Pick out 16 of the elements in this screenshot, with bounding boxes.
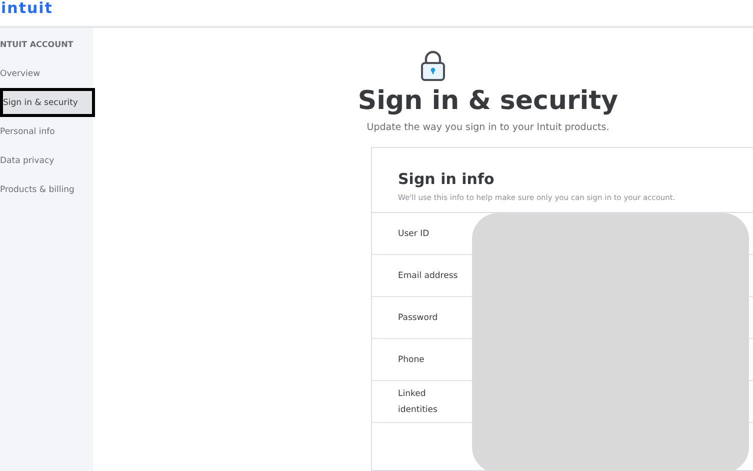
page-subtitle: Update the way you sign in to your Intuit products. — [366, 122, 610, 133]
field-label: Phone — [398, 354, 426, 366]
sidebar-item[interactable]: Personal info — [0, 117, 95, 146]
field-label: User ID — [398, 228, 430, 240]
field-label: Linked identities — [398, 388, 438, 416]
padlock-icon — [420, 50, 446, 82]
sidebar-item[interactable]: Sign in & security — [0, 88, 95, 117]
intuit-logo[interactable]: intuit — [0, 0, 53, 16]
card-title: Sign in info — [398, 170, 496, 188]
sidebar-item[interactable]: Products & billing — [0, 175, 95, 204]
field-label: Password — [398, 312, 439, 324]
page-title: Sign in & security — [358, 86, 618, 116]
field-label: Email address — [398, 270, 459, 282]
sidebar-item[interactable]: Data privacy — [0, 146, 95, 175]
sidebar-heading: NTUIT ACCOUNT — [0, 39, 74, 51]
sidebar-item[interactable]: Overview — [0, 59, 95, 88]
